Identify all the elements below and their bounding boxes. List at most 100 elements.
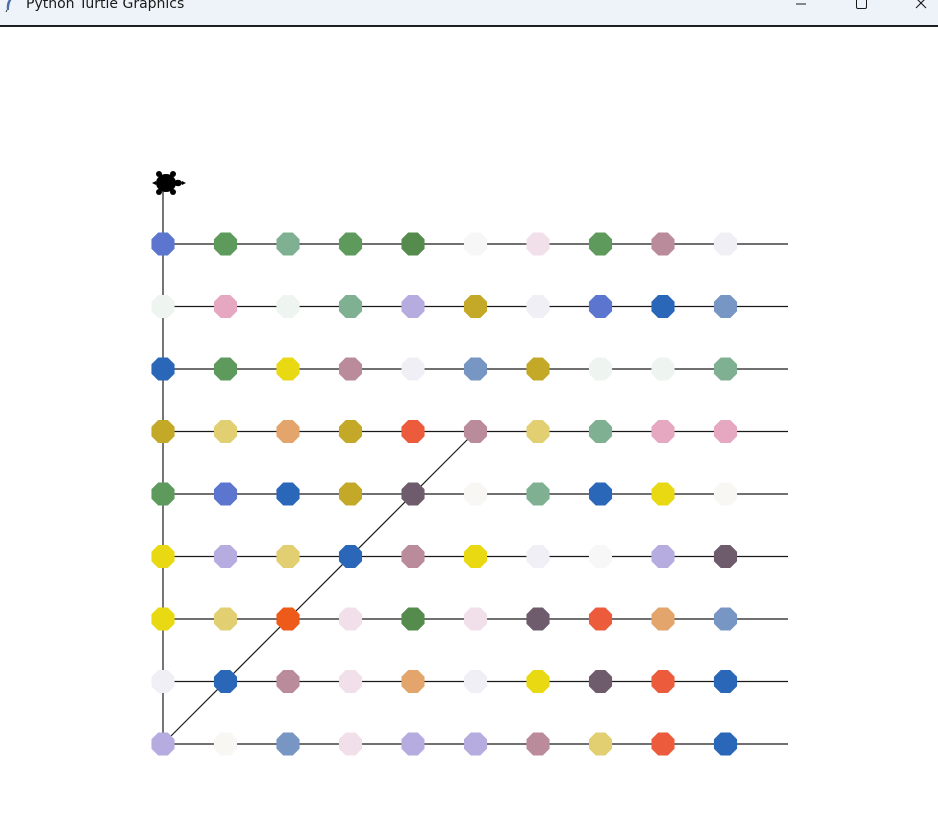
grid-dot (651, 482, 675, 506)
title-bar[interactable]: Python Turtle Graphics (0, 0, 938, 27)
grid-dot (213, 232, 238, 256)
grid-dot (401, 732, 425, 756)
grid-dot (651, 294, 675, 319)
grid-dot (338, 544, 363, 569)
grid-dot (588, 419, 613, 444)
grid-dot (651, 357, 675, 381)
grid-dot (651, 544, 675, 569)
grid-dot (526, 232, 550, 256)
grid-dot (526, 732, 550, 756)
grid-dot (151, 544, 175, 569)
maximize-button[interactable] (838, 0, 884, 16)
grid-dot (276, 294, 300, 319)
grid-dot (713, 732, 738, 756)
grid-dot (338, 419, 363, 444)
window-title: Python Turtle Graphics (26, 0, 185, 12)
grid-dot (651, 419, 675, 444)
grid-dot (651, 669, 675, 694)
close-button[interactable] (898, 0, 938, 16)
python-feather-icon (5, 0, 12, 12)
grid-dot (526, 482, 550, 506)
grid-dot (401, 607, 425, 631)
grid-dot (588, 732, 613, 756)
diagonal-path-line (162, 431, 476, 745)
turtle-icon (152, 171, 186, 195)
grid-dot (338, 482, 363, 506)
grid-dot (526, 607, 550, 631)
minimize-button[interactable] (778, 0, 824, 16)
path-lines (162, 190, 788, 745)
grid-dot (401, 419, 425, 444)
grid-dot (151, 294, 175, 319)
turtle-canvas[interactable] (0, 29, 938, 819)
grid-dot (338, 357, 363, 381)
grid-dot (338, 669, 363, 694)
grid-dot (713, 357, 738, 381)
grid-dot (713, 419, 738, 444)
grid-dot (463, 419, 488, 444)
grid-dot (588, 357, 613, 381)
grid-dot (588, 607, 613, 631)
grid-dot (463, 482, 488, 506)
grid-dot (213, 607, 238, 631)
grid-dot (401, 482, 425, 506)
grid-dot (526, 419, 550, 444)
grid-dot (713, 544, 738, 569)
grid-dot (151, 357, 175, 381)
grid-dot (463, 669, 488, 694)
close-icon (915, 0, 927, 9)
grid-dot (713, 607, 738, 631)
grid-dot (588, 544, 613, 569)
grid-dot (463, 732, 488, 756)
grid-dot (276, 607, 300, 631)
grid-dot (338, 607, 363, 631)
grid-dot (401, 294, 425, 319)
grid-dot (276, 732, 300, 756)
grid-dot (276, 544, 300, 569)
grid-dot (213, 544, 238, 569)
grid-dot (151, 232, 175, 256)
grid-dot (713, 294, 738, 319)
grid-dot (338, 294, 363, 319)
grid-dot (463, 544, 488, 569)
grid-dot (213, 294, 238, 319)
grid-dot (463, 607, 488, 631)
grid-dot (463, 294, 488, 319)
grid-dot (276, 232, 300, 256)
grid-dot (151, 419, 175, 444)
grid-dot (213, 669, 238, 694)
grid-dot (151, 732, 175, 756)
grid-dot (213, 732, 238, 756)
grid-dot (526, 544, 550, 569)
grid-dot (526, 669, 550, 694)
grid-dot (338, 232, 363, 256)
grid-dot (713, 482, 738, 506)
grid-dot (401, 232, 425, 256)
grid-dot (213, 482, 238, 506)
grid-dot (401, 669, 425, 694)
grid-dot (651, 607, 675, 631)
grid-dot (276, 419, 300, 444)
grid-dot (588, 482, 613, 506)
grid-dot (526, 357, 550, 381)
grid-dot (588, 232, 613, 256)
minimize-icon (796, 3, 806, 5)
grid-dot (463, 232, 488, 256)
maximize-icon (856, 0, 867, 9)
turtle-graphics-window: Python Turtle Graphics (0, 0, 938, 819)
grid-dot (651, 232, 675, 256)
grid-dot (713, 232, 738, 256)
grid-dot (213, 419, 238, 444)
grid-dot (713, 669, 738, 694)
grid-dot (401, 544, 425, 569)
grid-dot (526, 294, 550, 319)
grid-dot (401, 357, 425, 381)
grid-dot (463, 357, 488, 381)
grid-dot (151, 607, 175, 631)
grid-dot (338, 732, 363, 756)
grid-dot (151, 482, 175, 506)
grid-dot (213, 357, 238, 381)
grid-dot (276, 357, 300, 381)
grid-dot (276, 482, 300, 506)
grid-dot (276, 669, 300, 694)
